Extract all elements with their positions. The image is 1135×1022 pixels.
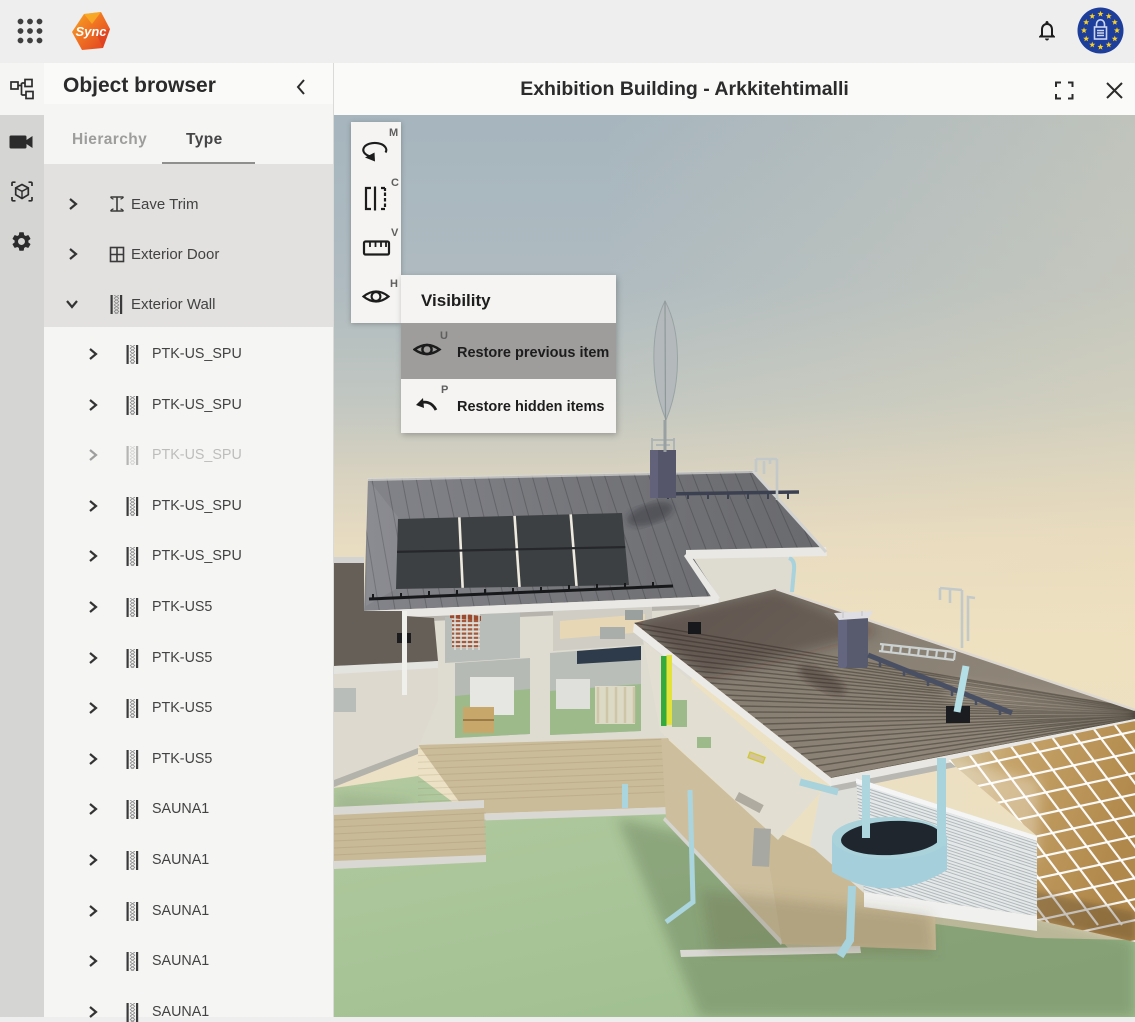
svg-text:Sync: Sync [75,24,107,39]
